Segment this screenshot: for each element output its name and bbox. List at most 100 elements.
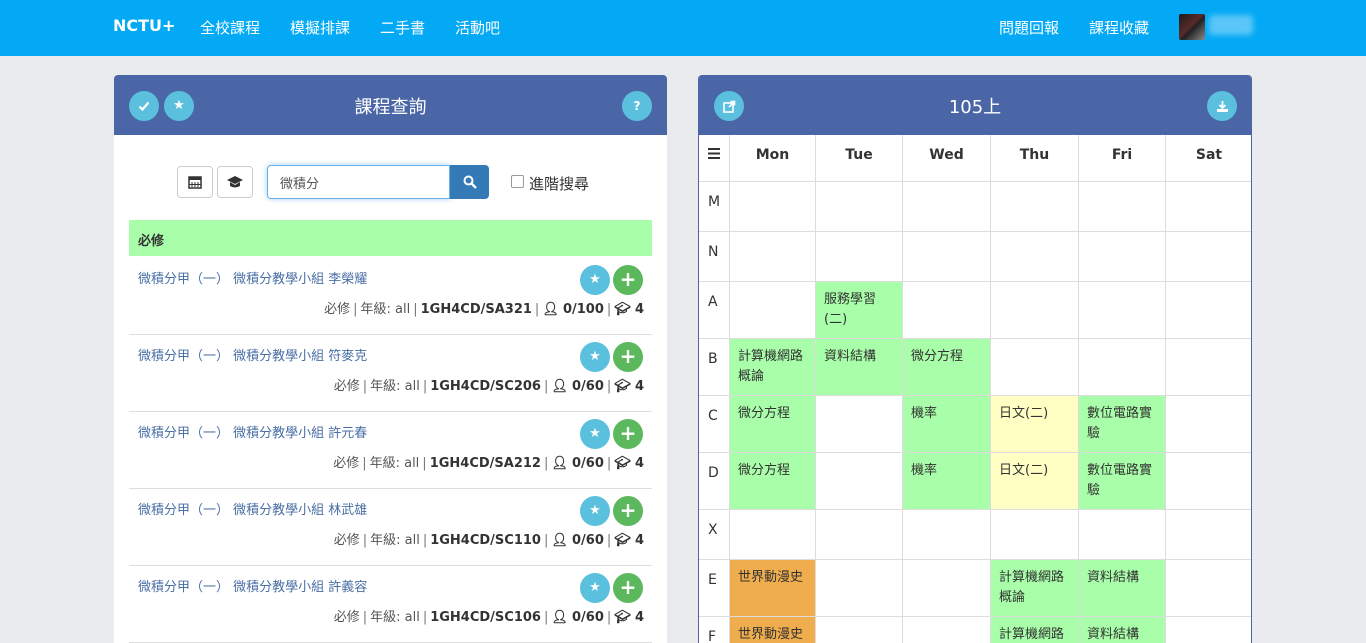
empty-slot-cell[interactable] bbox=[991, 282, 1079, 339]
advanced-search-label[interactable]: 進階搜尋 bbox=[529, 173, 589, 194]
user-avatar[interactable] bbox=[1179, 14, 1205, 40]
course-block[interactable]: 日文(二) bbox=[991, 396, 1079, 453]
day-header-sat: Sat bbox=[1166, 135, 1251, 182]
empty-slot-cell[interactable] bbox=[816, 453, 903, 510]
empty-slot-cell[interactable] bbox=[991, 510, 1079, 560]
course-block[interactable]: 計算機網路概論 bbox=[991, 560, 1079, 617]
brand-logo[interactable]: NCTU+ bbox=[113, 16, 175, 35]
empty-slot-cell[interactable] bbox=[730, 510, 816, 560]
course-block[interactable]: 資料結構 bbox=[1079, 560, 1166, 617]
favorite-star-icon[interactable]: ★ bbox=[580, 265, 610, 295]
course-block[interactable]: 日文(二) bbox=[991, 453, 1079, 510]
schedule-panel-header: 105上 bbox=[699, 75, 1251, 135]
add-course-plus-icon[interactable]: + bbox=[613, 496, 643, 526]
add-course-plus-icon[interactable]: + bbox=[613, 342, 643, 372]
advanced-search-checkbox[interactable] bbox=[511, 175, 524, 188]
empty-slot-cell[interactable] bbox=[1166, 282, 1251, 339]
empty-slot-cell[interactable] bbox=[903, 282, 991, 339]
empty-slot-cell[interactable] bbox=[816, 182, 903, 232]
empty-slot-cell[interactable] bbox=[1079, 282, 1166, 339]
empty-slot-cell[interactable] bbox=[1079, 339, 1166, 396]
calendar-icon bbox=[188, 176, 202, 189]
course-block[interactable]: 數位電路實驗 bbox=[1079, 396, 1166, 453]
course-search-input[interactable] bbox=[267, 165, 450, 199]
empty-slot-cell[interactable] bbox=[816, 232, 903, 282]
course-list-item[interactable]: 微積分甲（一） 微積分教學小組 符麥克 ★ + 必修 | 年級: all | 1GH4C… bbox=[129, 335, 652, 412]
course-name[interactable]: 微積分甲（一） 微積分教學小組 林武雄 bbox=[138, 499, 367, 518]
course-name[interactable]: 微積分甲（一） 微積分教學小組 許元春 bbox=[138, 422, 367, 441]
user-name-blurred[interactable] bbox=[1209, 15, 1253, 35]
empty-slot-cell[interactable] bbox=[1166, 617, 1251, 643]
time-slot-e: E bbox=[699, 560, 730, 617]
course-block[interactable]: 計算機網路概論 bbox=[730, 339, 816, 396]
empty-slot-cell[interactable] bbox=[816, 510, 903, 560]
course-block[interactable]: 機率 bbox=[903, 453, 991, 510]
favorite-star-icon[interactable]: ★ bbox=[580, 573, 610, 603]
empty-slot-cell[interactable] bbox=[1166, 396, 1251, 453]
empty-slot-cell[interactable] bbox=[1079, 510, 1166, 560]
favorite-star-icon[interactable]: ★ bbox=[580, 419, 610, 449]
course-list-item[interactable]: 微積分甲（一） 微積分教學小組 李榮耀 ★ + 必修 | 年級: all | 1GH4C… bbox=[129, 258, 652, 335]
nav-link-report[interactable]: 問題回報 bbox=[999, 17, 1059, 38]
nav-link-books[interactable]: 二手書 bbox=[380, 17, 425, 38]
search-panel-title: 課程查詢 bbox=[354, 97, 427, 118]
empty-slot-cell[interactable] bbox=[1079, 182, 1166, 232]
empty-slot-cell[interactable] bbox=[1166, 232, 1251, 282]
course-meta: 必修 | 年級: all | 1GH4CD/SC110 | 👤︎ 0/60 | 🎓︎ 4 bbox=[333, 533, 644, 548]
search-button[interactable] bbox=[450, 165, 489, 199]
add-course-plus-icon[interactable]: + bbox=[613, 419, 643, 449]
empty-slot-cell[interactable] bbox=[730, 182, 816, 232]
course-block[interactable]: 微分方程 bbox=[730, 396, 816, 453]
download-icon[interactable] bbox=[1207, 91, 1237, 121]
course-list-item[interactable]: 微積分甲（一） 微積分教學小組 許元春 ★ + 必修 | 年級: all | 1GH4C… bbox=[129, 412, 652, 489]
empty-slot-cell[interactable] bbox=[816, 396, 903, 453]
empty-slot-cell[interactable] bbox=[730, 232, 816, 282]
empty-slot-cell[interactable] bbox=[1166, 453, 1251, 510]
course-name[interactable]: 微積分甲（一） 微積分教學小組 符麥克 bbox=[138, 345, 367, 364]
favorite-star-icon[interactable]: ★ bbox=[580, 496, 610, 526]
empty-slot-cell[interactable] bbox=[816, 617, 903, 643]
empty-slot-cell[interactable] bbox=[991, 232, 1079, 282]
menu-icon[interactable] bbox=[699, 135, 730, 182]
help-icon[interactable]: ? bbox=[622, 91, 652, 121]
empty-slot-cell[interactable] bbox=[730, 282, 816, 339]
add-course-plus-icon[interactable]: + bbox=[613, 265, 643, 295]
course-block[interactable]: 世界動漫史 bbox=[730, 560, 816, 617]
course-block[interactable]: 微分方程 bbox=[730, 453, 816, 510]
favorite-star-icon[interactable]: ★ bbox=[580, 342, 610, 372]
day-header-tue: Tue bbox=[816, 135, 903, 182]
course-block[interactable]: 機率 bbox=[903, 396, 991, 453]
course-list-item[interactable]: 微積分甲（一） 微積分教學小組 林武雄 ★ + 必修 | 年級: all | 1GH4C… bbox=[129, 489, 652, 566]
empty-slot-cell[interactable] bbox=[903, 617, 991, 643]
empty-slot-cell[interactable] bbox=[1166, 182, 1251, 232]
empty-slot-cell[interactable] bbox=[1166, 339, 1251, 396]
empty-slot-cell[interactable] bbox=[991, 182, 1079, 232]
empty-slot-cell[interactable] bbox=[991, 339, 1079, 396]
empty-slot-cell[interactable] bbox=[816, 560, 903, 617]
course-block[interactable]: 數位電路實驗 bbox=[1079, 453, 1166, 510]
course-block[interactable]: 服務學習(二) bbox=[816, 282, 903, 339]
empty-slot-cell[interactable] bbox=[1166, 560, 1251, 617]
empty-slot-cell[interactable] bbox=[903, 182, 991, 232]
nav-link-favorites[interactable]: 課程收藏 bbox=[1089, 17, 1149, 38]
empty-slot-cell[interactable] bbox=[1166, 510, 1251, 560]
course-block[interactable]: 世界動漫史 bbox=[730, 617, 816, 643]
course-block[interactable]: 資料結構 bbox=[1079, 617, 1166, 643]
course-block[interactable]: 計算機網路概論 bbox=[991, 617, 1079, 643]
course-block[interactable]: 微分方程 bbox=[903, 339, 991, 396]
course-block[interactable]: 資料結構 bbox=[816, 339, 903, 396]
course-meta: 必修 | 年級: all | 1GH4CD/SC206 | 👤︎ 0/60 | 🎓︎ 4 bbox=[333, 379, 644, 394]
empty-slot-cell[interactable] bbox=[903, 560, 991, 617]
course-name[interactable]: 微積分甲（一） 微積分教學小組 李榮耀 bbox=[138, 268, 367, 287]
empty-slot-cell[interactable] bbox=[1079, 232, 1166, 282]
nav-link-events[interactable]: 活動吧 bbox=[455, 17, 500, 38]
calendar-button[interactable] bbox=[177, 166, 213, 198]
course-list-item[interactable]: 微積分甲（一） 微積分教學小組 許義容 ★ + 必修 | 年級: all | 1GH4C… bbox=[129, 566, 652, 643]
nav-link-schedule[interactable]: 模擬排課 bbox=[290, 17, 350, 38]
graduation-cap-button[interactable] bbox=[217, 166, 253, 198]
course-name[interactable]: 微積分甲（一） 微積分教學小組 許義容 bbox=[138, 576, 367, 595]
empty-slot-cell[interactable] bbox=[903, 510, 991, 560]
empty-slot-cell[interactable] bbox=[903, 232, 991, 282]
nav-link-all-courses[interactable]: 全校課程 bbox=[200, 17, 260, 38]
add-course-plus-icon[interactable]: + bbox=[613, 573, 643, 603]
